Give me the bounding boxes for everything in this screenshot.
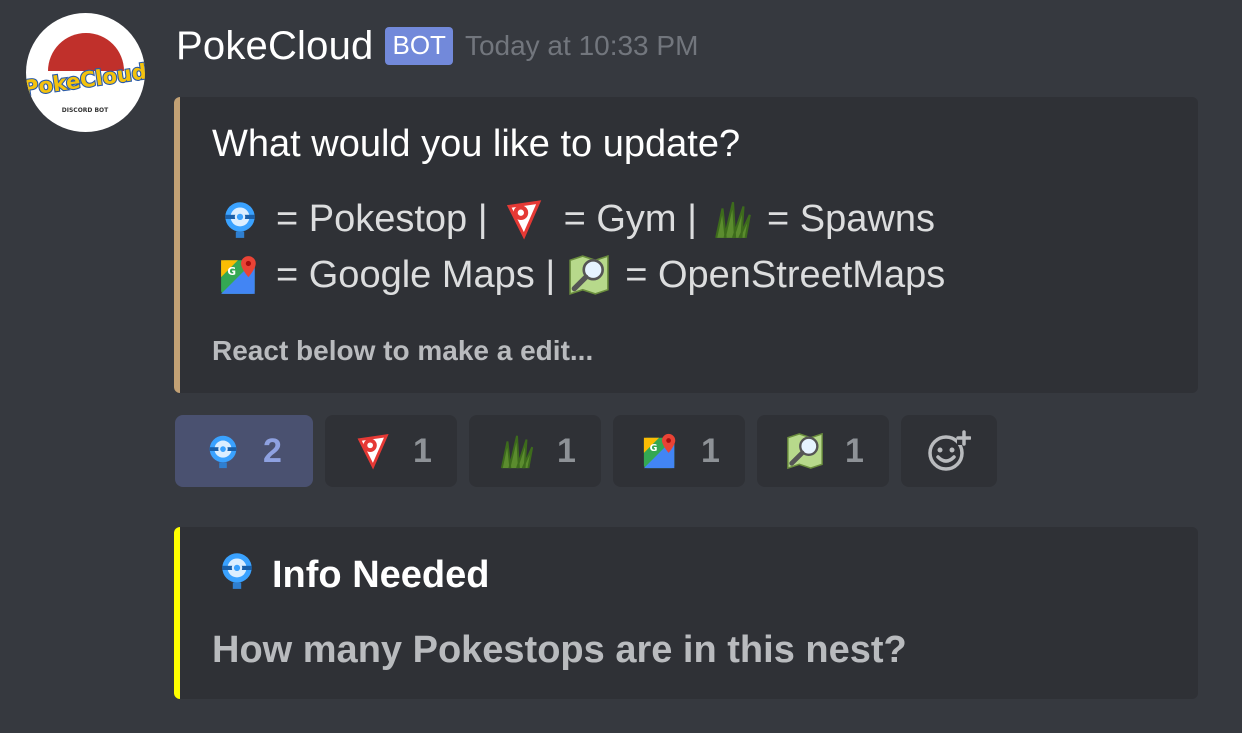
- username[interactable]: PokeCloud: [176, 24, 373, 69]
- reaction-count: 1: [701, 431, 720, 470]
- reaction-count: 1: [845, 431, 864, 470]
- embed-info-needed: Info Needed How many Pokestops are in th…: [174, 527, 1198, 699]
- message-header: PokeCloud BOT Today at 10:33 PM: [176, 16, 698, 76]
- pokestop-icon: [218, 197, 262, 241]
- embed-footer: React below to make a edit...: [212, 335, 594, 366]
- add-reaction-icon: [928, 430, 971, 471]
- reaction-google-maps[interactable]: G 1: [613, 415, 745, 487]
- reaction-gym[interactable]: 1: [325, 415, 457, 487]
- reaction-count: 2: [263, 431, 282, 470]
- map-magnifier-icon: [567, 253, 611, 297]
- svg-text:DISCORD BOT: DISCORD BOT: [62, 107, 109, 114]
- legend-gym-text: = Gym |: [563, 197, 698, 240]
- svg-text:G: G: [650, 443, 658, 454]
- reaction-openstreetmaps[interactable]: 1: [757, 415, 889, 487]
- embed-accent-bar: [174, 527, 180, 699]
- reaction-count: 1: [413, 431, 432, 470]
- map-magnifier-icon: [785, 431, 825, 471]
- svg-text:G: G: [227, 266, 236, 278]
- embed-update-menu: What would you like to update? = Pokesto…: [174, 97, 1198, 393]
- timestamp: Today at 10:33 PM: [464, 30, 699, 61]
- legend-pokestop-text: = Pokestop |: [276, 197, 488, 240]
- embed-title-text: Info Needed: [272, 553, 490, 596]
- pokecloud-logo: PokeCloud DISCORD BOT: [26, 33, 145, 114]
- gym-icon: [502, 197, 546, 241]
- google-maps-icon: G: [641, 431, 681, 471]
- add-reaction-button[interactable]: [901, 415, 997, 487]
- pokestop-icon: [203, 431, 243, 471]
- embed-title: Info Needed: [216, 549, 489, 601]
- pokestop-icon: [216, 549, 258, 601]
- embed-description: How many Pokestops are in this nest?: [212, 629, 907, 671]
- embed-title: What would you like to update?: [212, 123, 741, 165]
- grass-icon: [497, 431, 537, 471]
- legend-line-2: G = Google Maps | = OpenStreetMaps: [218, 253, 945, 297]
- legend-spawns-text: = Spawns: [767, 197, 935, 240]
- google-maps-icon: G: [218, 253, 262, 297]
- grass-icon: [711, 197, 755, 241]
- reaction-bar: 2 1 1 G 1 1: [175, 415, 997, 487]
- reaction-pokestop[interactable]: 2: [175, 415, 313, 487]
- legend-osm-text: = OpenStreetMaps: [625, 253, 946, 296]
- gym-icon: [353, 431, 393, 471]
- avatar[interactable]: PokeCloud DISCORD BOT: [26, 13, 145, 132]
- reaction-spawns[interactable]: 1: [469, 415, 601, 487]
- legend-line-1: = Pokestop | = Gym | = Spawns: [218, 197, 935, 241]
- reaction-count: 1: [557, 431, 576, 470]
- bot-tag: BOT: [385, 27, 453, 65]
- legend-google-maps-text: = Google Maps |: [276, 253, 556, 296]
- embed-accent-bar: [174, 97, 180, 393]
